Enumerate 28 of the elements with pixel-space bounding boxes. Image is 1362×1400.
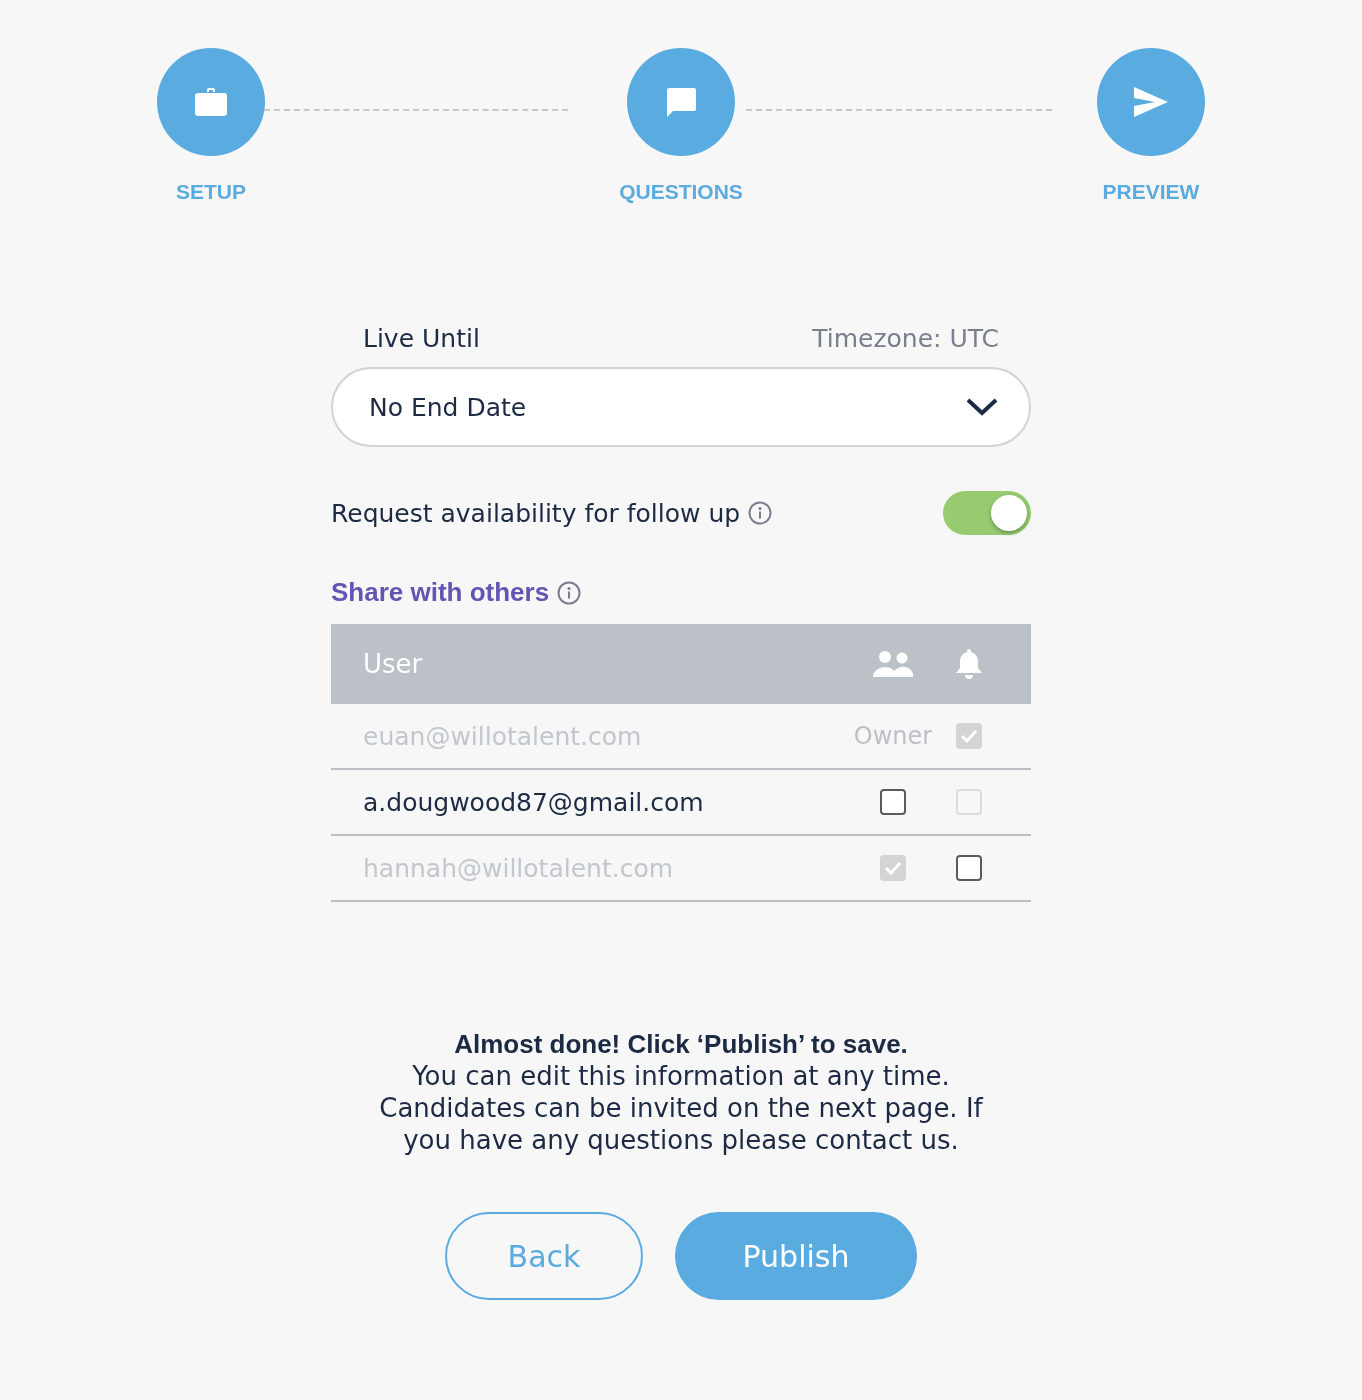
checkmark-icon <box>960 729 978 743</box>
user-email: a.dougwood87@gmail.com <box>363 787 705 817</box>
checkbox[interactable] <box>956 855 982 881</box>
column-header: User <box>363 649 424 679</box>
checkbox[interactable] <box>880 789 906 815</box>
back-button[interactable]: Back <box>445 1212 643 1300</box>
section-title: Share with others <box>331 577 550 608</box>
info-icon[interactable] <box>557 580 582 605</box>
checkmark-icon <box>884 861 902 875</box>
role-label: Owner <box>853 722 933 750</box>
message-text: You can edit this information at any time. Candidates can be invited on the next page. If you have any questions please contact us. <box>378 1060 985 1156</box>
speech-bubble-icon <box>665 87 697 117</box>
step-label[interactable]: SETUP <box>176 180 246 204</box>
bell-icon <box>954 647 984 681</box>
field-label: Live Until <box>363 324 480 353</box>
publish-button[interactable]: Publish <box>675 1212 917 1300</box>
send-icon <box>1133 86 1169 118</box>
timezone-label: Timezone: UTC <box>812 324 999 353</box>
info-icon[interactable] <box>748 501 773 525</box>
message-heading: Almost done! Click ‘Publish’ to save. <box>453 1028 909 1060</box>
toggle-switch[interactable] <box>943 491 1031 535</box>
people-icon <box>872 650 914 678</box>
chevron-down-icon <box>965 397 999 417</box>
end-date-dropdown[interactable]: No End Date <box>331 367 1031 447</box>
toggle-label: Request availability for follow up <box>331 498 741 528</box>
briefcase-icon <box>194 87 228 117</box>
step-label[interactable]: QUESTIONS <box>619 180 743 204</box>
step-label[interactable]: PREVIEW <box>1102 180 1200 204</box>
